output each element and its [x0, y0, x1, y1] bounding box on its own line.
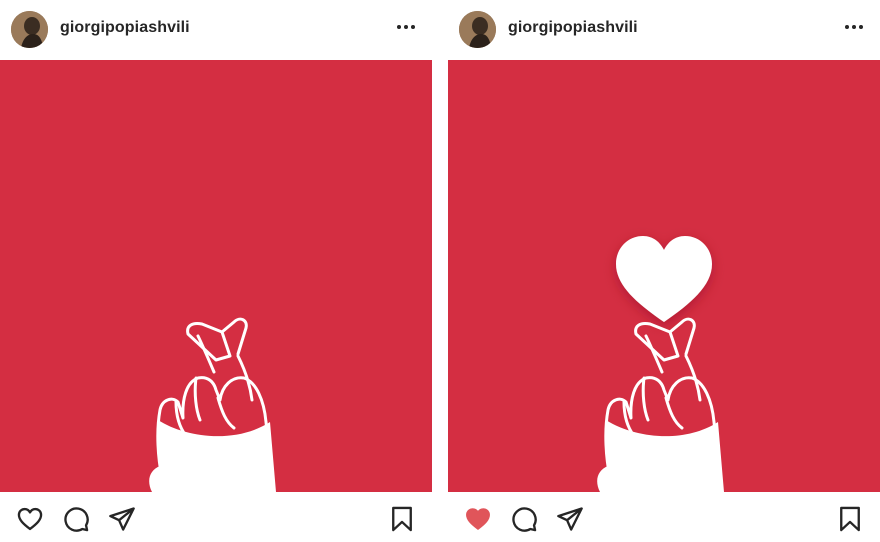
post-actions	[0, 492, 432, 542]
heart-filled-icon[interactable]	[464, 505, 492, 533]
instagram-post: giorgipopiashvili	[0, 0, 432, 542]
bookmark-icon[interactable]	[836, 505, 864, 533]
paper-plane-icon[interactable]	[108, 505, 136, 533]
post-image[interactable]	[448, 60, 880, 492]
finger-heart-illustration-with-heart	[595, 236, 726, 492]
more-options-icon[interactable]	[843, 16, 865, 38]
more-options-icon[interactable]	[395, 16, 417, 38]
paper-plane-icon[interactable]	[556, 505, 584, 533]
big-heart-icon	[616, 236, 712, 322]
finger-heart-illustration	[147, 317, 278, 492]
post-header: giorgipopiashvili	[0, 0, 432, 60]
bookmark-icon[interactable]	[388, 505, 416, 533]
username[interactable]: giorgipopiashvili	[508, 19, 638, 37]
profile-photo-icon[interactable]	[11, 11, 48, 48]
heart-outline-icon[interactable]	[16, 505, 44, 533]
profile-photo-icon[interactable]	[459, 11, 496, 48]
post-header: giorgipopiashvili	[448, 0, 880, 60]
instagram-post: giorgipopiashvili	[448, 0, 880, 542]
comment-icon[interactable]	[62, 505, 90, 533]
post-actions	[448, 492, 880, 542]
username[interactable]: giorgipopiashvili	[60, 19, 190, 37]
post-image[interactable]	[0, 60, 432, 492]
comment-icon[interactable]	[510, 505, 538, 533]
